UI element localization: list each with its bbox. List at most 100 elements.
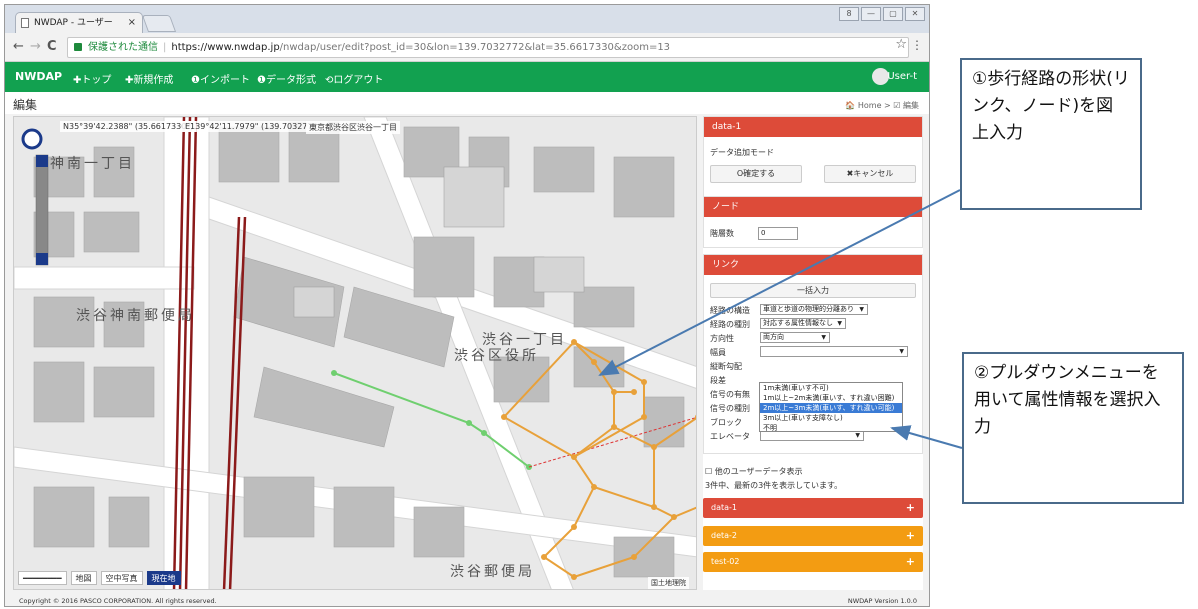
panel-header: ノード: [704, 197, 922, 217]
close-window-button[interactable]: ✕: [905, 7, 925, 21]
other-users-checkbox-row[interactable]: ☐ 他のユーザーデータ表示: [705, 466, 803, 477]
bookmark-star-icon[interactable]: ☆: [895, 37, 907, 52]
link-field-label: エレベータ: [710, 432, 750, 441]
tab-strip: NWDAP - ユーザー × 8 — ▢ ✕: [5, 5, 929, 33]
map-label: 渋谷郵便局: [450, 564, 535, 580]
close-tab-icon[interactable]: ×: [128, 13, 136, 33]
link-field-value: 両方向: [763, 333, 784, 341]
nav-new[interactable]: ✚新規作成: [125, 71, 173, 86]
tab-title: NWDAP - ユーザー: [34, 18, 113, 28]
expand-icon[interactable]: +: [906, 526, 915, 546]
map-label: 渋谷神南郵便局: [76, 308, 195, 324]
link-field-label: 方向性: [710, 334, 734, 343]
chevron-down-icon: ▼: [859, 306, 864, 313]
link-field-value: 対応する属性情報なし: [763, 319, 833, 327]
breadcrumb[interactable]: 🏠 Home > ☑ 編集: [845, 100, 919, 111]
dropdown-option[interactable]: 不明: [760, 423, 902, 433]
link-field-value: 車道と歩道の物理的分離あり: [763, 305, 854, 313]
map-label: 神南一丁目: [50, 156, 135, 172]
map-view[interactable]: N35°39'42.2388" (35.6617330°) E139°42'11…: [13, 116, 697, 590]
nav-import[interactable]: ❶インポート: [191, 71, 250, 86]
link-field-select[interactable]: 車道と歩道の物理的分離あり ▼: [760, 304, 868, 315]
expand-icon[interactable]: +: [906, 498, 915, 518]
collapsed-panel-label: test-02: [711, 557, 740, 566]
dropdown-option[interactable]: 1m未満(車いす不可): [760, 383, 902, 393]
callout-dropdown-input: ②プルダウンメニューを用いて属性情報を選択入力: [962, 352, 1184, 504]
browser-window: NWDAP - ユーザー × 8 — ▢ ✕ ← → C 保護された通信 | htt…: [4, 4, 930, 607]
map-attribution: 国土地理院: [648, 577, 689, 589]
panel-header: リンク: [704, 255, 922, 275]
url-path: /nwdap/user/edit?post_id=30&lon=139.7032…: [279, 42, 671, 53]
current-location-button[interactable]: 現在地: [146, 571, 181, 585]
link-field-label: 信号の種別: [710, 404, 750, 413]
map-canvas[interactable]: [14, 117, 697, 590]
map-layer-button[interactable]: 地図: [70, 571, 97, 585]
copyright: Copyright © 2016 PASCO CORPORATION. All …: [19, 597, 217, 605]
link-field-label: 段差: [710, 376, 726, 385]
minimize-button[interactable]: —: [861, 7, 881, 21]
result-count: 3件中、最新の3件を表示しています。: [705, 481, 843, 490]
collapsed-panel-test02[interactable]: test-02 +: [703, 552, 923, 572]
floor-input[interactable]: 0: [758, 227, 798, 240]
data1-panel: data-1 データ追加モード O確定する ✖キャンセル: [703, 116, 923, 202]
confirm-button[interactable]: O確定する: [710, 165, 802, 183]
floor-label: 階層数: [710, 229, 734, 238]
callout-shape-input: ①歩行経路の形状(リンク、ノード)を図上入力: [960, 58, 1142, 210]
link-field-label: 信号の有無: [710, 390, 750, 399]
nav-logout[interactable]: ⟲ログアウト: [325, 71, 383, 86]
back-button[interactable]: ←: [13, 39, 24, 54]
collapsed-panel-label: deta-2: [711, 531, 738, 540]
window-controls: 8 — ▢ ✕: [839, 7, 925, 21]
collapsed-panel-data1[interactable]: data-1 +: [703, 498, 923, 518]
link-field-label: ブロック: [710, 418, 742, 427]
url-bar[interactable]: 保護された通信 | https://www.nwdap.jp/nwdap/user/…: [67, 37, 909, 58]
link-field-select[interactable]: ▼: [760, 346, 908, 357]
page-icon: [21, 18, 29, 28]
secure-label: 保護された通信: [88, 42, 158, 53]
right-panel: data-1 データ追加モード O確定する ✖キャンセル ノード 階層数 0 リ…: [703, 116, 923, 590]
menu-icon[interactable]: ⋮: [911, 38, 923, 52]
dropdown-option[interactable]: 1m以上~2m未満(車いす、すれ違い困難): [760, 393, 902, 403]
dropdown-option[interactable]: 3m以上(車いす支障なし): [760, 413, 902, 423]
chevron-down-icon: ▼: [821, 334, 826, 341]
link-field-label: 幅員: [710, 348, 726, 357]
nav-top[interactable]: ✚トップ: [73, 71, 111, 86]
footer: Copyright © 2016 PASCO CORPORATION. All …: [5, 595, 929, 606]
collapsed-panel-label: data-1: [711, 503, 737, 512]
scale-bar: ━━━━━━━━: [18, 571, 67, 585]
aerial-photo-button[interactable]: 空中写真: [100, 571, 143, 585]
app-navbar: NWDAP ✚トップ ✚新規作成 ❶インポート ❶データ形式 ⟲ログアウト Us…: [5, 62, 929, 92]
chevron-down-icon: ▼: [837, 320, 842, 327]
link-field-select[interactable]: 対応する属性情報なし ▼: [760, 318, 846, 329]
new-tab-button[interactable]: [141, 15, 177, 32]
version: NWDAP Version 1.0.0: [847, 597, 917, 605]
maximize-button[interactable]: ▢: [883, 7, 903, 21]
nav-data-format[interactable]: ❶データ形式: [257, 71, 316, 86]
map-label: 渋谷区役所: [454, 348, 539, 364]
map-control-bar: ━━━━━━━━ 地図 空中写真 現在地: [18, 571, 181, 585]
link-field-label: 縦断勾配: [710, 362, 742, 371]
mode-label: データ追加モード: [710, 148, 774, 157]
other-users-label: 他のユーザーデータ表示: [714, 467, 803, 476]
brand-logo[interactable]: NWDAP: [15, 70, 62, 83]
map-address: 東京都渋谷区渋谷一丁目: [306, 121, 400, 134]
link-field-select[interactable]: 両方向 ▼: [760, 332, 830, 343]
browser-tab[interactable]: NWDAP - ユーザー ×: [15, 12, 143, 33]
forward-button[interactable]: →: [30, 39, 41, 54]
coord-lat: N35°39'42.2388" (35.6617330°): [60, 121, 197, 132]
chevron-down-icon: ▼: [899, 348, 904, 355]
url-host: https://www.nwdap.jp: [171, 42, 280, 53]
user-name[interactable]: User-t: [887, 71, 917, 82]
width-dropdown-list[interactable]: 1m未満(車いす不可) 1m以上~2m未満(車いす、すれ違い困難) 2m以上~3…: [759, 382, 903, 432]
panel-header: data-1: [704, 117, 922, 137]
collapsed-panel-deta2[interactable]: deta-2 +: [703, 526, 923, 546]
page-header: 編集 🏠 Home > ☑ 編集: [5, 92, 929, 114]
cancel-button[interactable]: ✖キャンセル: [824, 165, 916, 183]
dropdown-option-highlighted[interactable]: 2m以上~3m未満(車いす、すれ違い可能): [760, 403, 902, 413]
profile-button[interactable]: 8: [839, 7, 859, 21]
bulk-input-button[interactable]: 一括入力: [710, 283, 916, 298]
expand-icon[interactable]: +: [906, 552, 915, 572]
address-toolbar: ← → C 保護された通信 | https://www.nwdap.jp/nwdap…: [5, 33, 929, 62]
reload-button[interactable]: C: [47, 39, 57, 54]
page-title: 編集: [13, 98, 38, 112]
